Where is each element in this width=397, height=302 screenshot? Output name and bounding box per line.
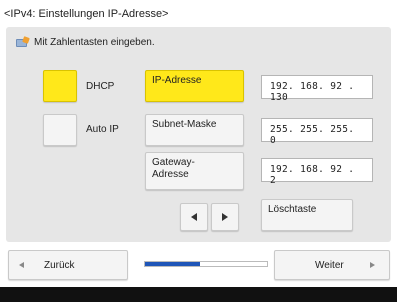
- next-arrow-icon: [369, 262, 375, 268]
- ip-address-button[interactable]: IP-Adresse: [145, 70, 244, 102]
- back-label: Zurück: [44, 259, 75, 271]
- input-hint: Mit Zahlentasten eingeben.: [16, 36, 155, 48]
- progress-fill: [145, 262, 200, 266]
- dhcp-label: DHCP: [86, 81, 115, 92]
- arrow-right-icon: [222, 213, 228, 221]
- ip-address-field[interactable]: 192. 168. 92 . 130: [261, 75, 373, 103]
- gateway-address-field[interactable]: 192. 168. 92 . 2: [261, 158, 373, 186]
- hint-text: Mit Zahlentasten eingeben.: [34, 37, 155, 48]
- auto-ip-label: Auto IP: [86, 124, 119, 135]
- dhcp-toggle[interactable]: [43, 70, 77, 102]
- progress-bar: [144, 261, 268, 267]
- clear-button[interactable]: Löschtaste: [261, 199, 353, 231]
- subnet-mask-label: Subnet-Maske: [152, 119, 217, 130]
- status-bar: [0, 287, 397, 302]
- ip-address-label: IP-Adresse: [152, 75, 202, 86]
- page-title: <IPv4: Einstellungen IP-Adresse>: [4, 8, 169, 20]
- clear-label: Löschtaste: [268, 204, 317, 215]
- cursor-right-button[interactable]: [211, 203, 239, 231]
- gateway-address-button[interactable]: Gateway- Adresse: [145, 152, 244, 190]
- cursor-left-button[interactable]: [180, 203, 208, 231]
- subnet-mask-button[interactable]: Subnet-Maske: [145, 114, 244, 146]
- next-label: Weiter: [315, 259, 344, 271]
- back-arrow-icon: [19, 262, 24, 268]
- arrow-left-icon: [191, 213, 197, 221]
- back-button[interactable]: Zurück: [8, 250, 128, 280]
- gateway-label-line2: Adresse: [152, 169, 189, 180]
- gateway-label-line1: Gateway-: [152, 157, 195, 168]
- auto-ip-toggle[interactable]: [43, 114, 77, 146]
- next-button[interactable]: Weiter: [274, 250, 390, 280]
- subnet-mask-field[interactable]: 255. 255. 255. 0: [261, 118, 373, 146]
- settings-panel: Mit Zahlentasten eingeben. DHCP Auto IP …: [6, 27, 391, 242]
- keypad-pen-icon: [16, 36, 30, 48]
